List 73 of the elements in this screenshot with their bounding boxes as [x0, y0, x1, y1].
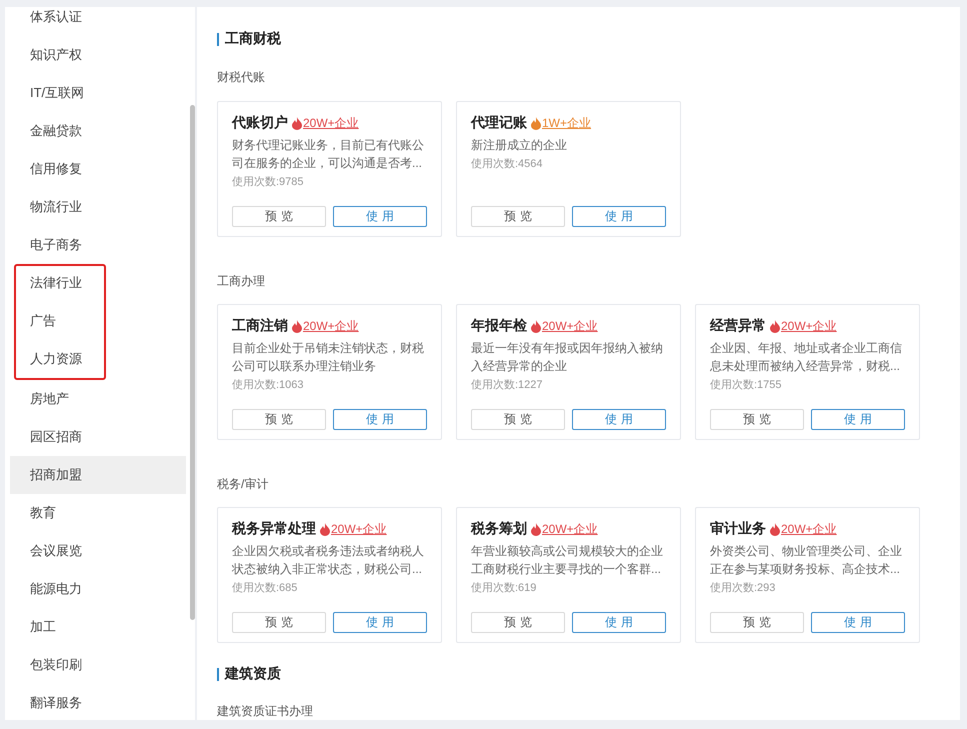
card-title: 工商注销: [232, 317, 288, 335]
preview-button[interactable]: 预览: [232, 206, 326, 227]
sidebar-item[interactable]: IT/互联网: [10, 74, 186, 112]
company-count-link[interactable]: 20W+企业: [331, 520, 387, 538]
usage-count: 使用次数:1063: [232, 378, 305, 393]
scrollbar-thumb[interactable]: [190, 105, 195, 620]
preview-button[interactable]: 预览: [232, 612, 326, 633]
sidebar-item[interactable]: 知识产权: [10, 36, 186, 74]
use-button[interactable]: 使用: [333, 409, 427, 430]
usage-count: 使用次数:1227: [471, 378, 544, 393]
card-description: 最近一年没有年报或因年报纳入被纳入经营异常的企业: [471, 340, 664, 375]
preview-button[interactable]: 预览: [471, 612, 565, 633]
company-count-link[interactable]: 20W+企业: [303, 114, 359, 132]
preview-button[interactable]: 预览: [710, 409, 804, 430]
section-title: 建筑资质: [225, 665, 281, 683]
use-button[interactable]: 使用: [572, 612, 666, 633]
usage-count: 使用次数:293: [710, 581, 776, 596]
use-button[interactable]: 使用: [333, 206, 427, 227]
group-label: 工商办理: [217, 273, 266, 289]
card-description: 年营业额较高或公司规模较大的企业工商财税行业主要寻找的一个客群...: [471, 543, 664, 578]
sidebar-item[interactable]: 体系认证: [10, 7, 186, 36]
card-description: 目前企业处于吊销未注销状态，财税公司可以联系办理注销业务: [232, 340, 425, 375]
preview-button[interactable]: 预览: [471, 409, 565, 430]
preview-button[interactable]: 预览: [710, 612, 804, 633]
group-label: 财税代账: [217, 69, 266, 85]
card-description: 企业因欠税或者税务违法或者纳税人状态被纳入非正常状态，财税公司...: [232, 543, 425, 578]
sidebar-item[interactable]: 电子商务: [10, 226, 186, 264]
preview-button[interactable]: 预览: [232, 409, 326, 430]
sidebar-item[interactable]: 包装印刷: [10, 646, 186, 684]
usage-count: 使用次数:619: [471, 581, 538, 596]
company-count-link[interactable]: 20W+企业: [542, 318, 598, 334]
company-count-link[interactable]: 20W+企业: [781, 520, 837, 538]
sidebar-item[interactable]: 教育: [10, 494, 186, 532]
sidebar-item[interactable]: 信用修复: [10, 150, 186, 188]
use-button[interactable]: 使用: [572, 409, 666, 430]
group-label: 建筑资质证书办理: [217, 703, 314, 719]
company-count-link[interactable]: 20W+企业: [303, 318, 359, 334]
sidebar-item[interactable]: 物流行业: [10, 188, 186, 226]
usage-count: 使用次数:4564: [471, 157, 544, 172]
card-description: 新注册成立的企业: [471, 137, 568, 154]
section-title: 工商财税: [225, 30, 281, 48]
sidebar-item[interactable]: 人力资源: [16, 340, 104, 378]
usage-count: 使用次数:9785: [232, 175, 305, 190]
use-button[interactable]: 使用: [572, 206, 666, 227]
sidebar-item[interactable]: 加工: [10, 608, 186, 646]
sidebar-item[interactable]: 金融贷款: [10, 112, 186, 150]
card-title: 税务异常处理: [232, 520, 316, 538]
card-title: 税务筹划: [471, 520, 527, 538]
use-button[interactable]: 使用: [811, 612, 905, 633]
card-title: 年报年检: [471, 317, 527, 335]
sidebar-item[interactable]: 翻译服务: [10, 684, 186, 720]
company-count-link[interactable]: 20W+企业: [781, 318, 837, 334]
preview-button[interactable]: 预览: [471, 206, 565, 227]
sidebar-item[interactable]: 广告: [16, 302, 104, 340]
company-count-link[interactable]: 20W+企业: [542, 520, 598, 538]
card-title: 经营异常: [710, 317, 766, 335]
card-description: 外资类公司、物业管理类公司、企业正在参与某项财务投标、高企技术...: [710, 543, 903, 578]
use-button[interactable]: 使用: [333, 612, 427, 633]
sidebar-item[interactable]: 房地产: [10, 380, 186, 418]
sidebar-item[interactable]: 招商加盟: [10, 456, 186, 494]
sidebar-item[interactable]: 园区招商: [10, 418, 186, 456]
group-label: 税务/审计: [217, 476, 270, 492]
sidebar-item[interactable]: 能源电力: [10, 570, 186, 608]
card-title: 代理记账: [471, 114, 527, 132]
card-description: 财务代理记账业务，目前已有代账公司在服务的企业，可以沟通是否考...: [232, 137, 425, 172]
sidebar-item[interactable]: 法律行业: [16, 264, 104, 302]
usage-count: 使用次数:1755: [710, 378, 783, 393]
usage-count: 使用次数:685: [232, 581, 298, 596]
card-title: 代账切户: [232, 114, 288, 132]
card-description: 企业因、年报、地址或者企业工商信息未处理而被纳入经营异常，财税...: [710, 340, 903, 375]
sidebar-item[interactable]: 会议展览: [10, 532, 186, 570]
use-button[interactable]: 使用: [811, 409, 905, 430]
card-title: 审计业务: [710, 520, 766, 538]
